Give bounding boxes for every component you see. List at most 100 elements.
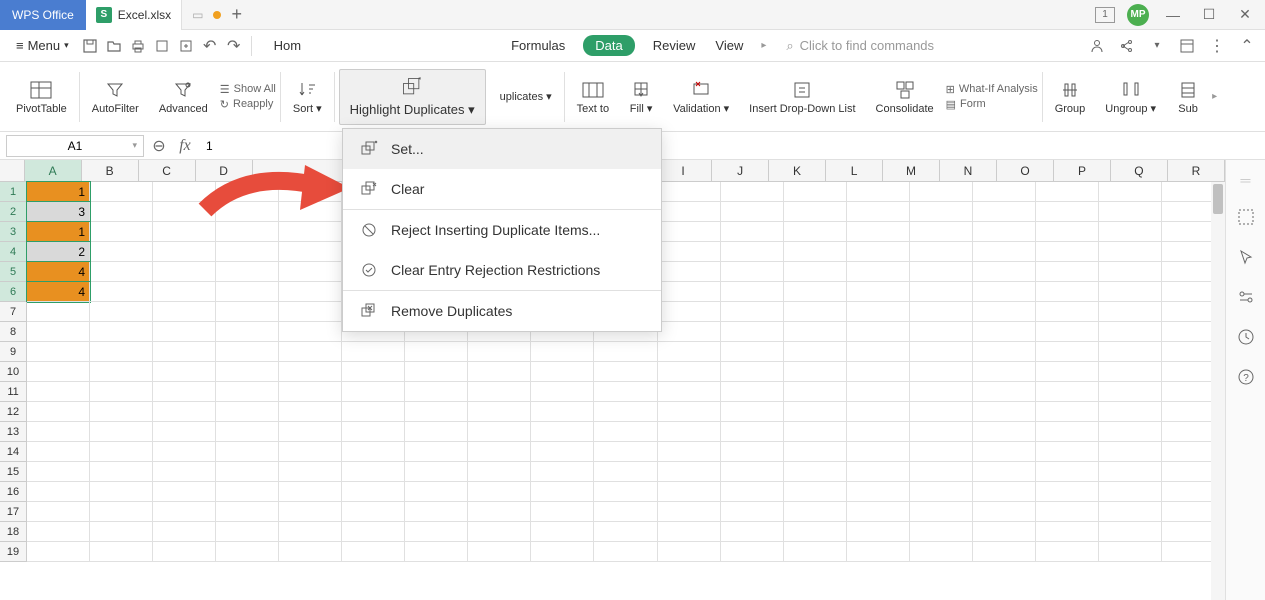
cell[interactable] [784,462,847,482]
cell[interactable] [973,182,1036,202]
cell[interactable] [847,182,910,202]
dropdown-reject[interactable]: Reject Inserting Duplicate Items... [343,210,661,250]
print-icon[interactable] [129,37,147,55]
cell[interactable] [784,342,847,362]
cell[interactable] [1099,222,1162,242]
cell[interactable] [153,522,216,542]
cell[interactable] [658,382,721,402]
cell[interactable] [531,362,594,382]
cell[interactable] [90,462,153,482]
cell[interactable] [1036,502,1099,522]
cell[interactable] [658,202,721,222]
row-header[interactable]: 11 [0,382,27,402]
cell[interactable] [27,442,90,462]
layout-icon[interactable] [1177,36,1197,56]
cell[interactable] [910,202,973,222]
cell[interactable] [342,362,405,382]
cell[interactable] [90,542,153,562]
col-header[interactable]: O [997,160,1054,181]
cell[interactable]: 2 [27,242,90,262]
cell[interactable] [973,402,1036,422]
cell[interactable] [594,482,657,502]
cell[interactable] [1036,342,1099,362]
cell[interactable] [216,522,279,542]
tab-home[interactable]: Hom [272,34,303,57]
user-icon[interactable] [1087,36,1107,56]
cell[interactable] [90,282,153,302]
cell[interactable] [910,222,973,242]
cell[interactable] [90,422,153,442]
cell[interactable] [973,342,1036,362]
cell[interactable] [216,542,279,562]
new-tab-button[interactable]: + [231,4,242,25]
cell[interactable] [27,302,90,322]
tab-data[interactable]: Data [583,35,634,56]
cell[interactable] [594,342,657,362]
tab-review[interactable]: Review [651,34,698,57]
cell[interactable] [658,542,721,562]
cell[interactable] [910,302,973,322]
cell[interactable] [216,382,279,402]
cell[interactable] [973,422,1036,442]
cell[interactable] [658,362,721,382]
cell[interactable] [27,522,90,542]
row-header[interactable]: 3 [0,222,27,242]
cell[interactable] [279,282,342,302]
cell[interactable] [973,522,1036,542]
cell[interactable] [910,402,973,422]
cell[interactable] [658,462,721,482]
ribbon-more-icon[interactable]: ▸ [1212,91,1217,102]
cell[interactable] [468,382,531,402]
reapply-button[interactable]: ↻Reapply [220,98,276,111]
cell[interactable] [847,342,910,362]
cell[interactable] [973,442,1036,462]
redo-icon[interactable]: ↷ [225,37,243,55]
row-header[interactable]: 8 [0,322,27,342]
cell[interactable] [153,242,216,262]
cell[interactable] [27,382,90,402]
col-header[interactable]: P [1054,160,1111,181]
undo-icon[interactable]: ↶ [201,37,219,55]
collapse-ribbon-icon[interactable]: ⌃ [1237,36,1257,56]
cell[interactable] [153,422,216,442]
row-header[interactable]: 2 [0,202,27,222]
share-icon[interactable] [1117,36,1137,56]
cell[interactable] [27,342,90,362]
cell[interactable] [279,302,342,322]
cell[interactable] [1099,182,1162,202]
col-header[interactable]: D [196,160,253,181]
chevron-down-icon[interactable]: ▾ [1147,36,1167,56]
cell[interactable] [342,502,405,522]
cell[interactable] [910,522,973,542]
cell[interactable] [342,462,405,482]
cell[interactable] [847,282,910,302]
row-header[interactable]: 19 [0,542,27,562]
cell[interactable] [784,282,847,302]
cell[interactable] [721,262,784,282]
notification-badge[interactable]: 1 [1095,7,1115,23]
cell[interactable] [1099,362,1162,382]
advanced-button[interactable]: Advanced [151,75,216,119]
consolidate-button[interactable]: Consolidate [868,75,942,119]
zoom-out-icon[interactable]: ⊖ [148,135,170,157]
cell[interactable] [721,202,784,222]
row-header[interactable]: 16 [0,482,27,502]
row-header[interactable]: 4 [0,242,27,262]
cell[interactable] [153,402,216,422]
cell[interactable] [784,262,847,282]
cell[interactable] [27,482,90,502]
vertical-scrollbar[interactable] [1211,182,1225,600]
cell[interactable] [279,422,342,442]
cell[interactable] [784,542,847,562]
cell[interactable] [27,362,90,382]
row-header[interactable]: 9 [0,342,27,362]
cell[interactable] [594,522,657,542]
col-header[interactable]: C [139,160,196,181]
cell[interactable] [910,282,973,302]
cell[interactable] [216,402,279,422]
cell[interactable] [216,282,279,302]
document-tab[interactable]: S Excel.xlsx [86,0,182,30]
col-header[interactable]: I [655,160,712,181]
cell[interactable] [279,242,342,262]
dropdown-set[interactable]: Set... [343,129,661,169]
